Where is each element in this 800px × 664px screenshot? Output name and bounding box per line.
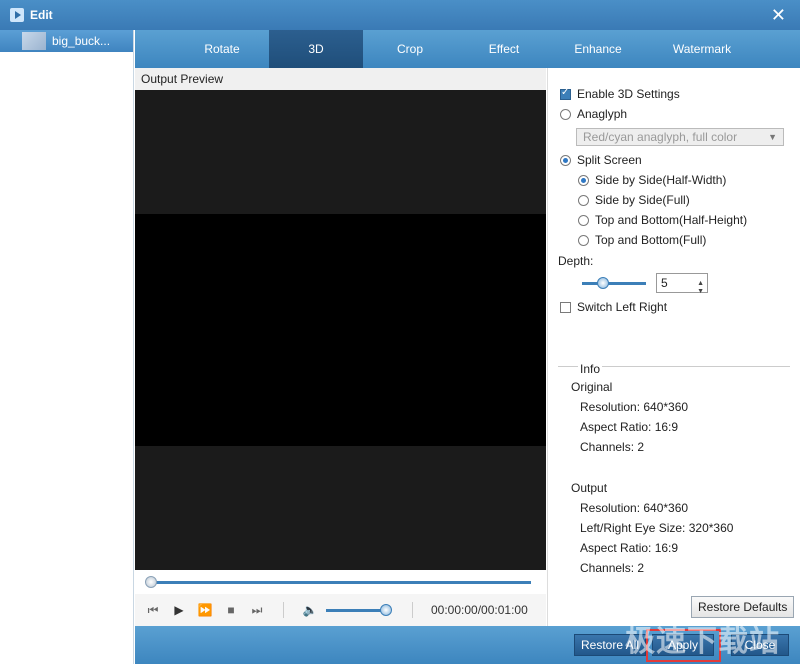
stop-icon[interactable]: ■	[223, 602, 239, 618]
next-frame-icon[interactable]: ⏭	[249, 602, 265, 618]
split-option-label: Side by Side(Half-Width)	[595, 173, 727, 187]
tab-effect[interactable]: Effect	[457, 30, 551, 68]
switch-left-right-checkbox[interactable]	[560, 301, 571, 313]
depth-value: 5	[661, 276, 668, 290]
volume-handle[interactable]	[380, 603, 392, 616]
tab-spacer	[135, 30, 175, 68]
original-heading: Original	[571, 380, 613, 394]
app-icon	[10, 8, 24, 22]
volume-icon[interactable]: 🔈	[302, 602, 318, 618]
tab-rotate[interactable]: Rotate	[175, 30, 269, 68]
switch-left-right-label: Switch Left Right	[577, 300, 668, 314]
divider	[412, 602, 413, 618]
anaglyph-label: Anaglyph	[577, 107, 628, 121]
video-preview	[135, 90, 546, 570]
split-screen-radio-row[interactable]: Split Screen	[560, 153, 642, 167]
split-option-radio[interactable]	[578, 234, 589, 246]
play-icon[interactable]: ▶	[171, 602, 187, 618]
restore-defaults-button[interactable]: Restore Defaults	[691, 596, 795, 618]
tab-crop[interactable]: Crop	[363, 30, 457, 68]
volume-slider[interactable]	[326, 603, 392, 616]
time-display: 00:00:00/00:01:00	[431, 603, 528, 617]
split-option-radio[interactable]	[578, 214, 589, 226]
split-option-label: Side by Side(Full)	[595, 193, 690, 207]
file-name: big_buck...	[52, 34, 111, 48]
title-bar: Edit ✕	[0, 0, 800, 30]
split-option-radio[interactable]	[578, 174, 589, 186]
divider	[283, 602, 284, 618]
info-value: Channels: 2	[580, 561, 645, 575]
playback-controls: ⏮ ▶ ⏩ ■ ⏭ 🔈 00:00:00/00:01:00	[135, 594, 546, 626]
depth-label: Depth:	[558, 254, 594, 268]
info-value: Resolution: 640*360	[580, 400, 689, 414]
seek-track[interactable]	[151, 581, 531, 584]
enable-3d-checkbox[interactable]	[560, 87, 571, 100]
split-option-top-half[interactable]: Top and Bottom(Half-Height)	[578, 213, 747, 227]
file-list: big_buck...	[0, 30, 134, 664]
video-frame	[135, 214, 546, 446]
3d-settings-panel: Enable 3D Settings Anaglyph Red/cyan ana…	[547, 68, 800, 626]
info-value: Aspect Ratio: 16:9	[580, 541, 679, 555]
split-option-side-half[interactable]: Side by Side(Half-Width)	[578, 173, 726, 187]
enable-3d-label: Enable 3D Settings	[577, 87, 680, 101]
anaglyph-radio-row[interactable]: Anaglyph	[560, 107, 627, 121]
anaglyph-select-value: Red/cyan anaglyph, full color	[583, 130, 738, 144]
anaglyph-radio[interactable]	[560, 108, 571, 120]
split-screen-label: Split Screen	[577, 153, 642, 167]
tab-3d[interactable]: 3D	[269, 30, 363, 68]
fast-forward-icon[interactable]: ⏩	[197, 602, 213, 618]
depth-slider[interactable]	[582, 282, 646, 285]
file-list-item[interactable]: big_buck...	[0, 30, 133, 52]
info-value: Left/Right Eye Size: 320*360	[580, 521, 734, 535]
info-legend: Info	[578, 362, 603, 376]
depth-slider-handle[interactable]	[597, 277, 609, 289]
output-preview-label: Output Preview	[135, 68, 546, 90]
tab-enhance[interactable]: Enhance	[551, 30, 645, 68]
close-icon[interactable]: ✕	[771, 6, 786, 24]
split-option-label: Top and Bottom(Half-Height)	[595, 213, 748, 227]
output-heading: Output	[571, 481, 608, 495]
watermark: 极速下载站	[625, 624, 780, 659]
info-value: Channels: 2	[580, 440, 645, 454]
window-title: Edit	[30, 8, 53, 22]
tab-bar: Rotate 3D Crop Effect Enhance Watermark	[135, 30, 800, 68]
decrement-icon[interactable]: ▼	[697, 283, 704, 301]
anaglyph-select: Red/cyan anaglyph, full color ▼	[576, 128, 784, 146]
split-screen-radio[interactable]	[560, 154, 571, 166]
seek-handle[interactable]	[145, 576, 157, 588]
tab-watermark[interactable]: Watermark	[645, 30, 759, 68]
info-value: Resolution: 640*360	[580, 501, 689, 515]
previous-frame-icon[interactable]: ⏮	[145, 602, 161, 618]
info-value: Aspect Ratio: 16:9	[580, 420, 679, 434]
video-thumbnail	[22, 32, 46, 50]
split-option-top-full[interactable]: Top and Bottom(Full)	[578, 233, 706, 247]
switch-left-right-row[interactable]: Switch Left Right	[560, 300, 667, 314]
split-option-radio[interactable]	[578, 194, 589, 206]
split-option-side-full[interactable]: Side by Side(Full)	[578, 193, 690, 207]
depth-stepper[interactable]: 5 ▲ ▼	[656, 273, 708, 295]
chevron-down-icon: ▼	[768, 132, 777, 142]
seek-bar[interactable]	[135, 570, 546, 594]
enable-3d-checkbox-row[interactable]: Enable 3D Settings	[560, 87, 680, 101]
split-option-label: Top and Bottom(Full)	[595, 233, 707, 247]
